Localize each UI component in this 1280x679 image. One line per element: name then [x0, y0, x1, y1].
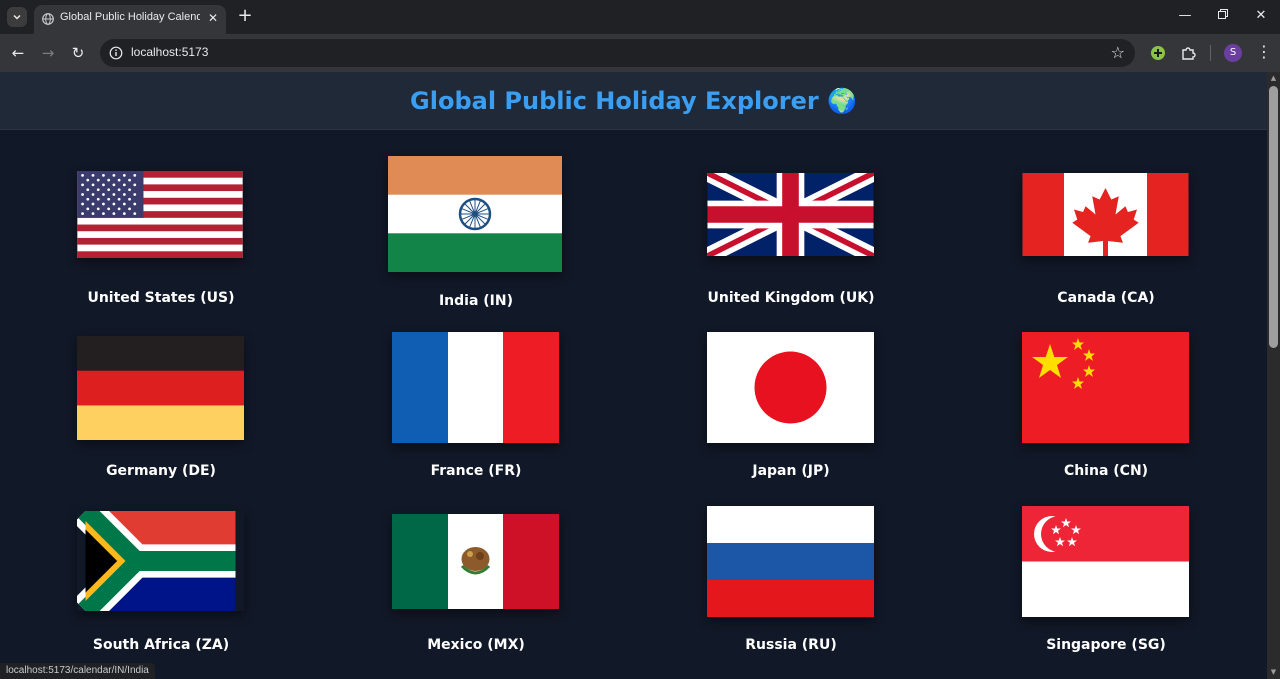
country-card-mx[interactable]: Mexico (MX) [326, 506, 626, 666]
page-scrollbar[interactable]: ▲ ▼ [1267, 72, 1280, 679]
country-card-cn[interactable]: China (CN) [956, 332, 1256, 492]
france-flag [392, 332, 559, 443]
scroll-down-icon[interactable]: ▼ [1269, 668, 1278, 676]
globe-icon [42, 13, 54, 25]
scroll-up-icon[interactable]: ▲ [1269, 74, 1278, 82]
country-label: Russia (RU) [745, 637, 837, 653]
restore-button[interactable] [1212, 6, 1234, 26]
japan-flag [707, 332, 874, 443]
reload-button[interactable]: ↻ [68, 43, 88, 63]
scrollbar-thumb[interactable] [1269, 86, 1278, 348]
url-text: localhost:5173 [131, 45, 209, 59]
mexico-flag [392, 514, 559, 609]
country-card-ru[interactable]: Russia (RU) [641, 506, 941, 666]
close-window-button[interactable]: ✕ [1250, 6, 1272, 26]
india-flag [388, 156, 562, 272]
us-flag [77, 171, 243, 258]
canada-flag [1022, 173, 1189, 256]
country-card-de[interactable]: Germany (DE) [11, 332, 311, 492]
country-card-za[interactable]: South Africa (ZA) [11, 506, 311, 666]
country-label: Singapore (SG) [1046, 637, 1166, 653]
back-button[interactable]: ← [8, 43, 28, 63]
page-viewport: Global Public Holiday Explorer 🌍 United … [0, 72, 1267, 679]
south-africa-flag [77, 511, 244, 611]
country-label: Germany (DE) [106, 463, 216, 479]
forward-button[interactable]: → [38, 43, 58, 63]
active-tab[interactable]: Global Public Holiday Calendar ✕ [34, 5, 226, 34]
restore-icon [1218, 9, 1228, 19]
country-label: United States (US) [87, 290, 235, 306]
address-bar[interactable]: localhost:5173 ☆ [100, 39, 1135, 67]
tab-search-button[interactable] [7, 7, 27, 27]
country-label: South Africa (ZA) [92, 637, 230, 653]
extensions-puzzle-icon[interactable] [1180, 44, 1198, 62]
tab-strip: Global Public Holiday Calendar ✕ + — ✕ [0, 0, 1280, 34]
china-flag [1022, 332, 1189, 443]
new-tab-button[interactable]: + [236, 7, 254, 25]
country-label: Mexico (MX) [427, 637, 525, 653]
country-card-jp[interactable]: Japan (JP) [641, 332, 941, 492]
tab-title: Global Public Holiday Calendar [60, 11, 200, 23]
country-label: Canada (CA) [1057, 290, 1155, 306]
country-card-in[interactable]: India (IN) [326, 156, 626, 316]
close-tab-icon[interactable]: ✕ [206, 11, 220, 25]
browser-toolbar: ← → ↻ localhost:5173 ☆ S ⋮ [0, 34, 1280, 72]
country-label: China (CN) [1063, 463, 1149, 479]
page-header: Global Public Holiday Explorer 🌍 [0, 72, 1267, 130]
more-menu-icon[interactable]: ⋮ [1256, 42, 1272, 62]
minimize-button[interactable]: — [1174, 6, 1196, 26]
singapore-flag [1022, 506, 1189, 617]
country-card-us[interactable]: United States (US) [11, 156, 311, 316]
bookmark-star-icon[interactable]: ☆ [1111, 43, 1125, 62]
page-title: Global Public Holiday Explorer 🌍 [410, 87, 857, 115]
toolbar-divider [1210, 45, 1211, 61]
chevron-down-icon [13, 14, 21, 20]
country-label: France (FR) [430, 463, 522, 479]
earth-globe-icon: 🌍 [827, 87, 857, 115]
country-label: United Kingdom (UK) [707, 290, 875, 306]
country-card-uk[interactable]: United Kingdom (UK) [641, 156, 941, 316]
country-label: Japan (JP) [752, 463, 830, 479]
country-card-sg[interactable]: Singapore (SG) [956, 506, 1256, 666]
russia-flag [707, 506, 874, 617]
country-card-ca[interactable]: Canada (CA) [956, 156, 1256, 316]
site-info-icon[interactable] [109, 46, 123, 60]
country-card-fr[interactable]: France (FR) [326, 332, 626, 492]
link-status-bar: localhost:5173/calendar/IN/India [0, 663, 155, 679]
uk-flag [707, 173, 874, 256]
germany-flag [77, 336, 244, 440]
country-label: India (IN) [438, 293, 514, 309]
profile-avatar[interactable]: S [1224, 44, 1242, 62]
extension-green-icon[interactable] [1149, 44, 1167, 62]
